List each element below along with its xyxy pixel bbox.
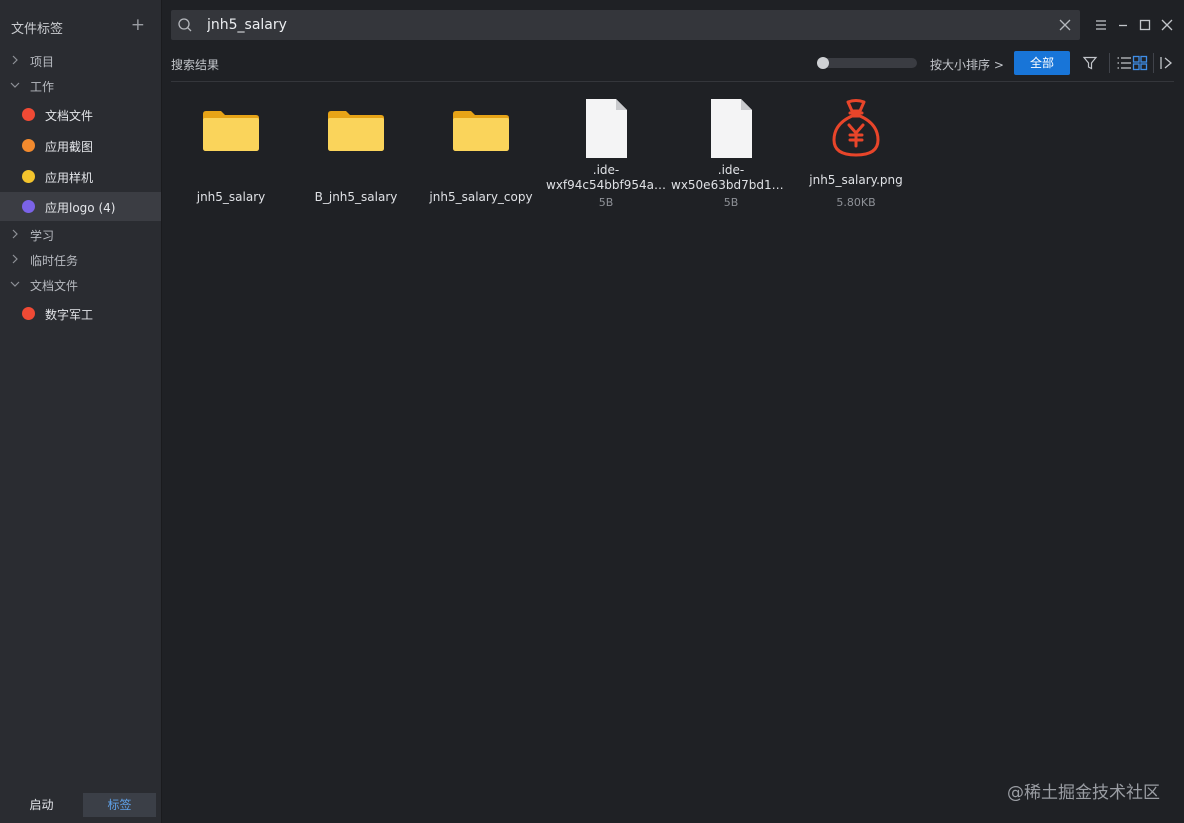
tab-start[interactable]: 启动 bbox=[5, 793, 78, 817]
tag-item-docs[interactable]: 文档文件 bbox=[0, 100, 161, 129]
toolbar-divider bbox=[1153, 53, 1154, 73]
sidebar-tabs: 启动 标签 bbox=[0, 793, 161, 817]
item-size: 5.80KB bbox=[836, 196, 876, 209]
sidebar-group-study[interactable]: 学习 bbox=[0, 223, 161, 247]
sidebar-group-label: 文档文件 bbox=[30, 279, 79, 293]
tag-item-mockups[interactable]: 应用样机 bbox=[0, 162, 161, 191]
sidebar-header: 文件标签 + bbox=[11, 15, 151, 37]
item-name-line1: .ide- bbox=[592, 163, 620, 177]
toolbar-separator bbox=[171, 81, 1174, 82]
minimize-icon[interactable] bbox=[1116, 18, 1130, 32]
search-input[interactable] bbox=[207, 14, 1027, 36]
tag-label: 数字军工 bbox=[45, 308, 94, 322]
toolbar-divider bbox=[1109, 53, 1110, 73]
item-size: 5B bbox=[723, 196, 739, 209]
folder-icon bbox=[201, 98, 261, 158]
tag-label: 文档文件 bbox=[45, 109, 94, 123]
clear-search-icon[interactable] bbox=[1058, 18, 1072, 32]
item-name-line1: .ide- bbox=[717, 163, 745, 177]
maximize-icon[interactable] bbox=[1138, 18, 1152, 32]
sidebar-group-label: 工作 bbox=[30, 80, 55, 94]
sort-by-size-button[interactable]: 按大小排序 > bbox=[930, 56, 1004, 73]
tag-color-dot bbox=[22, 200, 35, 213]
chevron-down-icon bbox=[10, 278, 20, 290]
tab-tags[interactable]: 标签 bbox=[83, 793, 156, 817]
slider-knob[interactable] bbox=[817, 57, 829, 69]
item-size: 5B bbox=[598, 196, 614, 209]
sidebar-group-temp[interactable]: 临时任务 bbox=[0, 248, 161, 272]
tag-item-military[interactable]: 数字军工 bbox=[0, 299, 161, 328]
tag-color-dot bbox=[22, 139, 35, 152]
tag-label: 应用logo (4) bbox=[45, 201, 116, 215]
sidebar-title: 文件标签 bbox=[11, 22, 64, 37]
file-icon bbox=[576, 98, 636, 158]
sidebar-group-label: 学习 bbox=[30, 229, 55, 243]
chevron-right-icon bbox=[10, 228, 20, 240]
item-name-line2: wxf94c54bbf954a7... bbox=[546, 178, 666, 192]
search-icon bbox=[177, 17, 193, 33]
money-bag-icon bbox=[826, 98, 886, 158]
results-label: 搜索结果 bbox=[171, 58, 220, 72]
all-filter-button[interactable]: 全部 bbox=[1014, 51, 1070, 75]
tag-item-screenshots[interactable]: 应用截图 bbox=[0, 131, 161, 160]
result-item-folder[interactable]: jnh5_salary_copy bbox=[421, 92, 541, 222]
close-icon[interactable] bbox=[1160, 18, 1174, 32]
search-bar bbox=[171, 10, 1080, 40]
chevron-right-icon bbox=[10, 253, 20, 265]
result-item-image[interactable]: jnh5_salary.png 5.80KB bbox=[796, 92, 916, 222]
results-toolbar: 搜索结果 按大小排序 > 全部 bbox=[171, 50, 1174, 78]
grid-view-icon[interactable] bbox=[1132, 55, 1148, 71]
add-tag-button[interactable]: + bbox=[131, 15, 145, 35]
thumbnail-size-slider[interactable] bbox=[817, 57, 917, 69]
tag-label: 应用样机 bbox=[45, 171, 94, 185]
item-name: B_jnh5_salary bbox=[314, 190, 398, 204]
tag-color-dot bbox=[22, 307, 35, 320]
tag-color-dot bbox=[22, 108, 35, 121]
sidebar-group-label: 临时任务 bbox=[30, 254, 79, 268]
tag-label: 应用截图 bbox=[45, 140, 94, 154]
item-name-line2: wx50e63bd7bd121... bbox=[671, 178, 791, 192]
item-name: jnh5_salary bbox=[196, 190, 266, 204]
folder-icon bbox=[451, 98, 511, 158]
sidebar: 文件标签 + 项目 工作 文档文件 应用截图 应用样机 应用logo (4) 学… bbox=[0, 0, 162, 823]
tag-color-dot bbox=[22, 170, 35, 183]
tag-item-app-logo[interactable]: 应用logo (4) bbox=[0, 192, 161, 221]
list-view-icon[interactable] bbox=[1116, 55, 1132, 71]
item-name: jnh5_salary.png bbox=[809, 173, 903, 187]
sidebar-group-docs[interactable]: 文档文件 bbox=[0, 273, 161, 297]
file-icon bbox=[701, 98, 761, 158]
watermark: @稀土掘金技术社区 bbox=[1007, 783, 1160, 803]
folder-icon bbox=[326, 98, 386, 158]
collapse-panel-icon[interactable] bbox=[1158, 55, 1174, 71]
chevron-right-icon bbox=[10, 54, 20, 66]
menu-icon[interactable] bbox=[1094, 18, 1108, 32]
item-name: jnh5_salary_copy bbox=[429, 190, 533, 204]
sidebar-group-label: 项目 bbox=[30, 55, 55, 69]
filter-icon[interactable] bbox=[1082, 55, 1098, 71]
result-item-folder[interactable]: B_jnh5_salary bbox=[296, 92, 416, 222]
result-item-file[interactable]: .ide- wxf94c54bbf954a7... 5B bbox=[546, 92, 666, 222]
sidebar-group-project[interactable]: 项目 bbox=[0, 49, 161, 73]
result-item-file[interactable]: .ide- wx50e63bd7bd121... 5B bbox=[671, 92, 791, 222]
sidebar-group-work[interactable]: 工作 bbox=[0, 74, 161, 98]
result-item-folder[interactable]: jnh5_salary bbox=[171, 92, 291, 222]
results-grid: jnh5_salary B_jnh5_salary jnh5_salary_co… bbox=[171, 92, 1174, 232]
chevron-down-icon bbox=[10, 79, 20, 91]
